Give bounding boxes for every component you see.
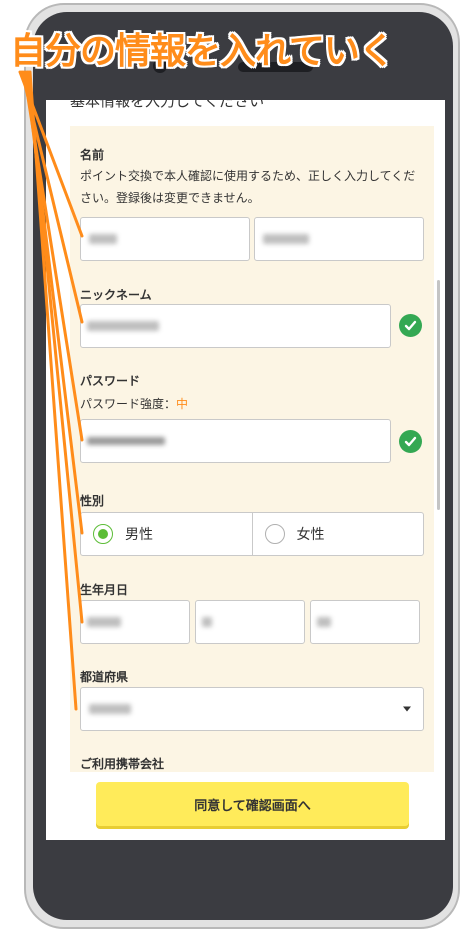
annotation-arrows [18,70,84,711]
annotation-title: 自分の情報を入れていく [10,31,395,72]
